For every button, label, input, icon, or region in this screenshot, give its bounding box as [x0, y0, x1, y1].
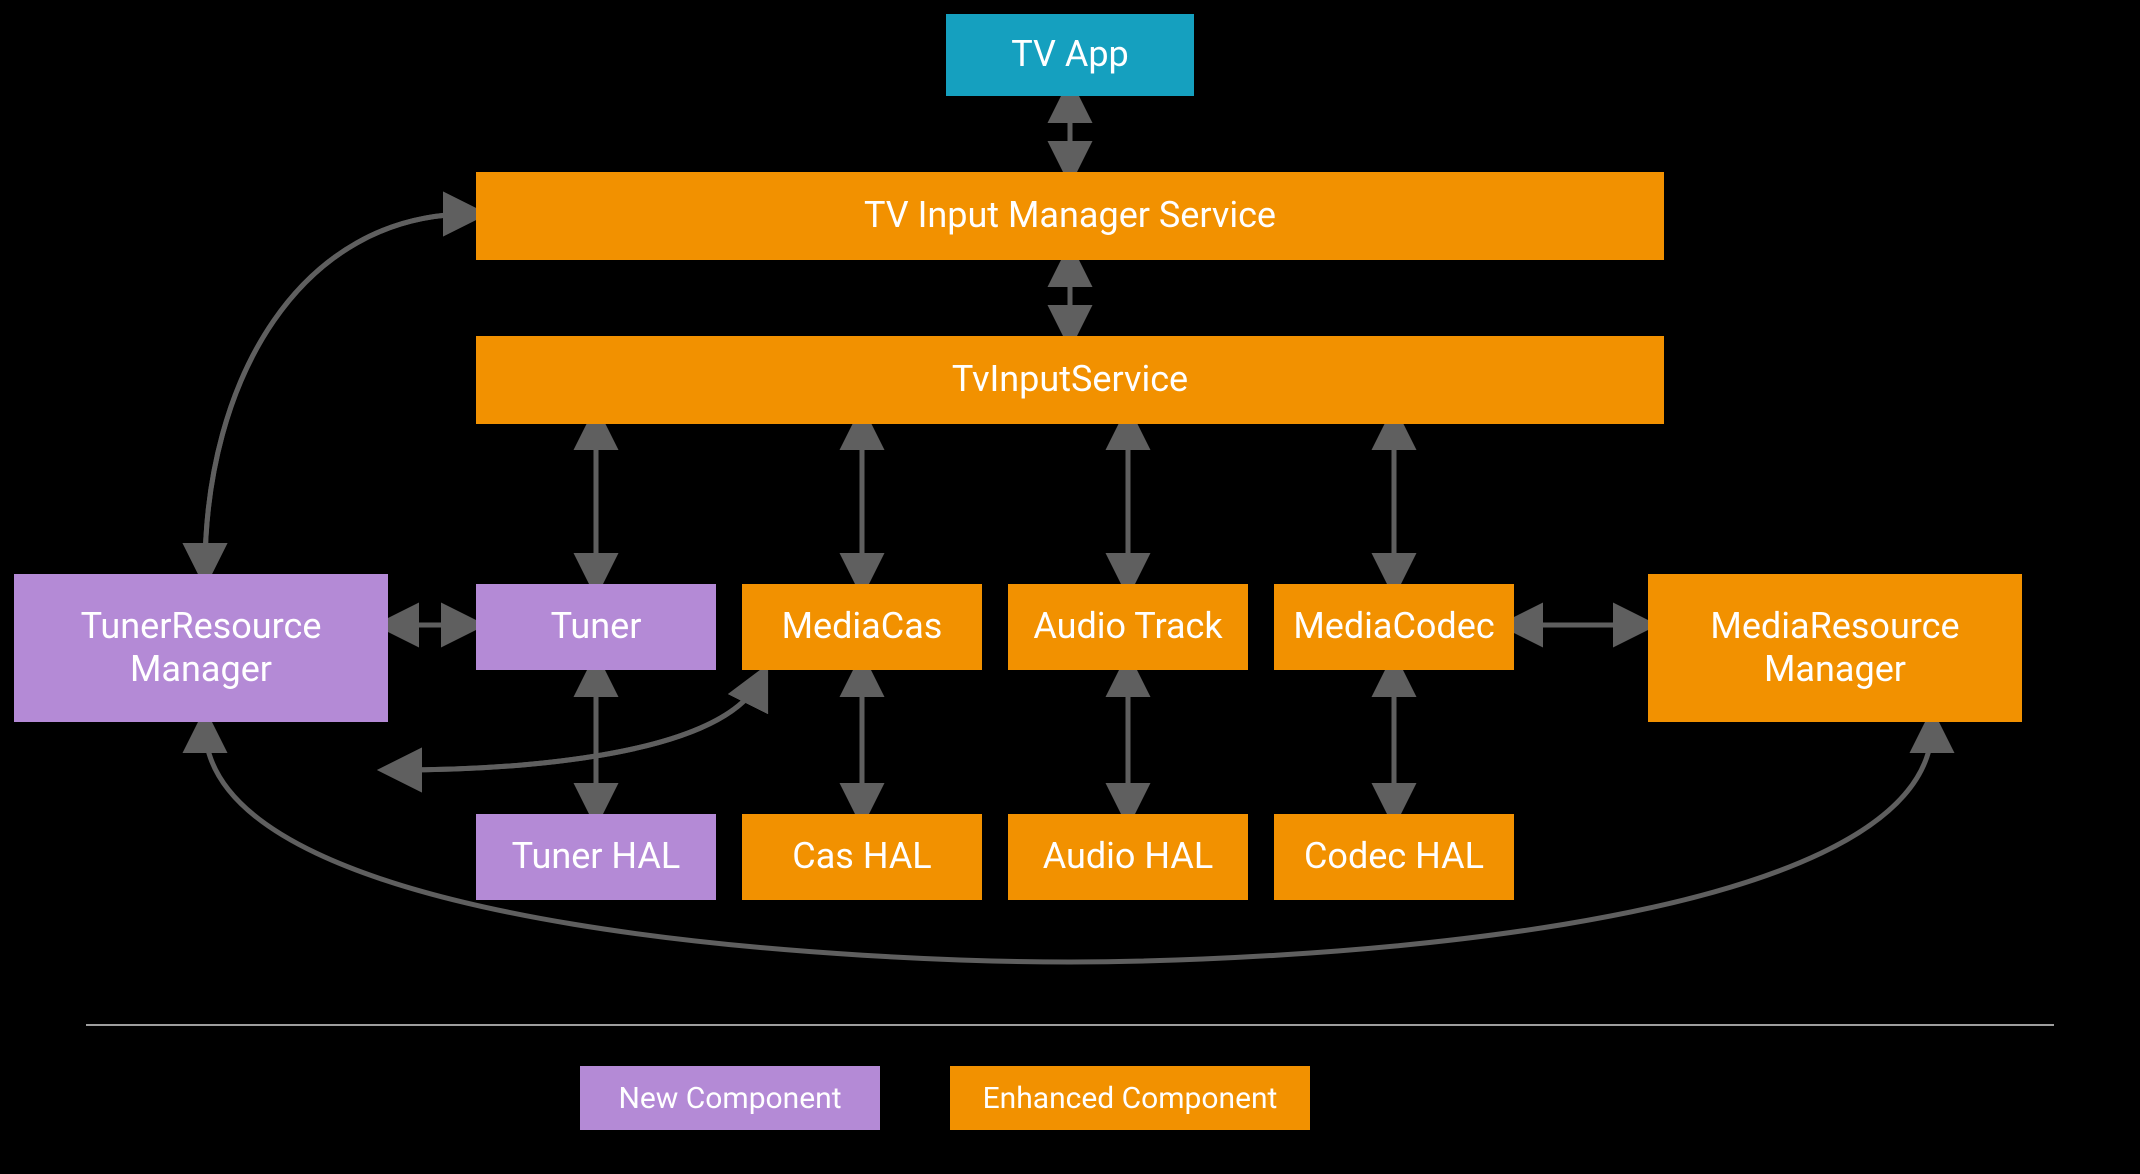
box-tuner-hal: Tuner HAL: [476, 814, 716, 900]
legend-enhanced-component: Enhanced Component: [950, 1066, 1310, 1130]
box-tuner-resource-manager: TunerResource Manager: [14, 574, 388, 722]
box-media-cas: MediaCas: [742, 584, 982, 670]
box-cas-hal: Cas HAL: [742, 814, 982, 900]
legend-divider: [86, 1024, 2054, 1026]
box-tv-app: TV App: [946, 14, 1194, 96]
box-audio-track: Audio Track: [1008, 584, 1248, 670]
box-tuner: Tuner: [476, 584, 716, 670]
box-audio-hal: Audio HAL: [1008, 814, 1248, 900]
box-media-resource-manager: MediaResource Manager: [1648, 574, 2022, 722]
legend-new-component: New Component: [580, 1066, 880, 1130]
box-codec-hal: Codec HAL: [1274, 814, 1514, 900]
box-media-codec: MediaCodec: [1274, 584, 1514, 670]
box-tv-input-service: TvInputService: [476, 336, 1664, 424]
box-tv-input-manager-service: TV Input Manager Service: [476, 172, 1664, 260]
